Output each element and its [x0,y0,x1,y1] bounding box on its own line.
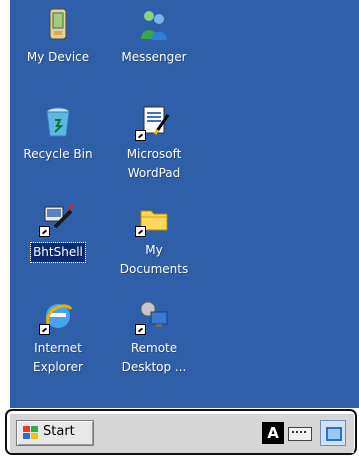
desktop-icon-my-documents[interactable]: My Documents [108,201,200,279]
shortcut-arrow-icon [135,324,146,335]
my-device-label: My Device [26,50,90,64]
start-button-label: Start [43,424,75,439]
desktop-icon-wordpad[interactable]: Microsoft WordPad [108,105,200,183]
start-button[interactable]: Start [16,420,94,446]
remote-desktop-icon [135,299,171,335]
bhtshell-icon [39,201,75,237]
show-desktop-icon[interactable] [320,420,346,446]
shortcut-arrow-icon [135,130,146,141]
pda-icon [41,8,75,42]
desktop-icon-recycle-bin[interactable]: Recycle Bin [12,105,104,164]
shortcut-arrow-icon [135,226,146,237]
internet-explorer-icon [39,299,75,335]
desktop: My Device Messenger Recycle Bin Microsof… [10,0,359,408]
windows-logo-icon [23,426,39,440]
folder-icon [135,201,171,237]
keyboard-icon[interactable] [288,427,312,441]
wordpad-icon [135,105,171,141]
desktop-icon-bhtshell[interactable]: BhtShell [12,201,104,263]
shortcut-arrow-icon [39,324,50,335]
wordpad-label: Microsoft WordPad [126,147,182,180]
messenger-icon [137,8,171,42]
remote-desktop-label: Remote Desktop ... [121,341,187,374]
recycle-bin-icon [41,105,75,139]
input-method-icon[interactable]: A [262,422,284,444]
recycle-bin-label: Recycle Bin [23,147,93,161]
my-documents-label: My Documents [119,243,189,276]
desktop-icon-internet-explorer[interactable]: Internet Explorer [12,299,104,377]
internet-explorer-label: Internet Explorer [33,341,83,374]
shortcut-arrow-icon [39,226,50,237]
taskbar: Start A [10,413,354,453]
desktop-icon-messenger[interactable]: Messenger [108,8,200,67]
desktop-icon-my-device[interactable]: My Device [12,8,104,67]
bhtshell-label: BhtShell [30,242,86,263]
desktop-icon-remote-desktop[interactable]: Remote Desktop ... [108,299,200,377]
messenger-label: Messenger [121,50,187,64]
